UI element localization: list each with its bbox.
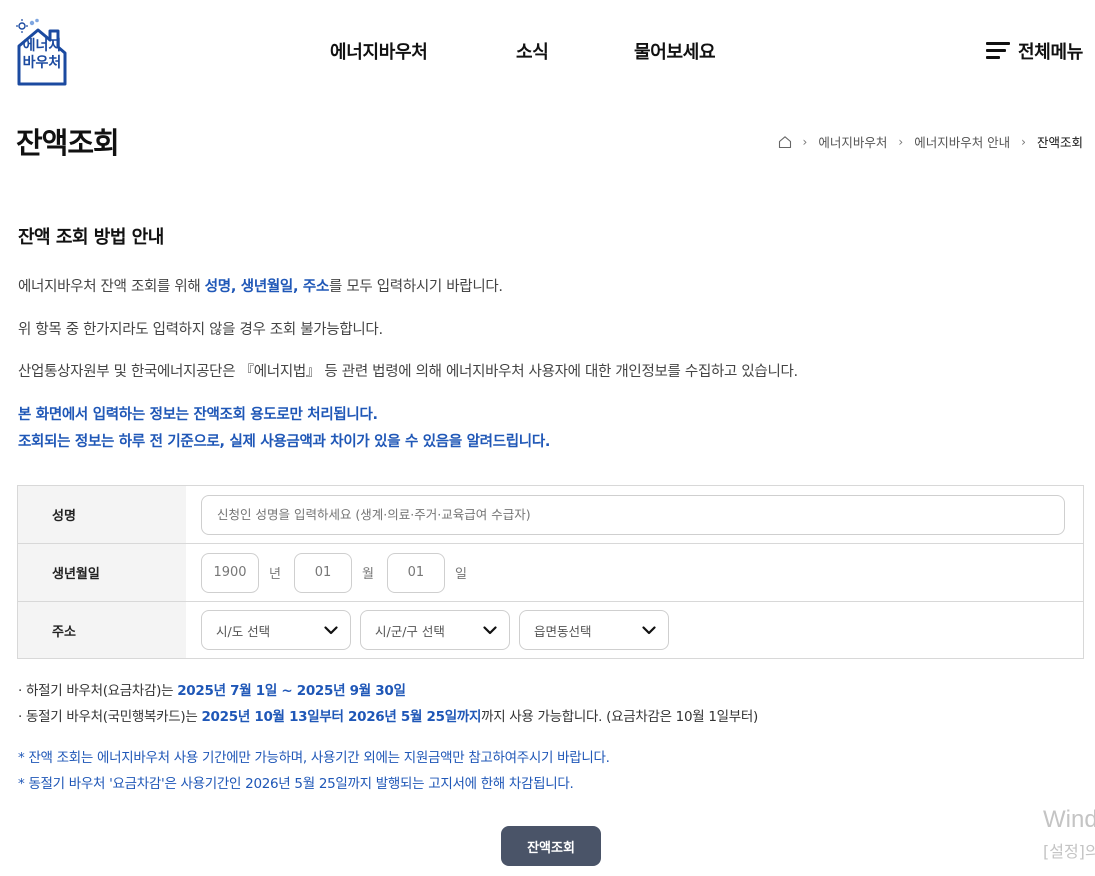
site-header: 에너지 바우처 에너지바우처 소식 물어보세요 전체메뉴 — [0, 0, 1095, 100]
note-line-2: * 동절기 바우처 '요금차감'은 사용기간인 2026년 5월 25일까지 발… — [18, 776, 574, 792]
summer-pre: · 하절기 바우처(요금차감)는 — [18, 683, 178, 699]
chevron-down-icon — [483, 625, 497, 634]
breadcrumb-item-energy-voucher[interactable]: 에너지바우처 — [818, 132, 887, 151]
page-title: 잔액조회 — [16, 126, 120, 160]
windows-activation-watermark: Wind — [1043, 806, 1095, 833]
balance-form: 성명 생년월일 년 월 일 주소 시/도 선택 시/군/구 선택 — [17, 485, 1084, 659]
guide-line-2: 위 항목 중 한가지라도 입력하지 않을 경우 조회 불가능합니다. — [18, 322, 383, 338]
birth-label: 생년월일 — [18, 544, 186, 601]
note-line-1: * 잔액 조회는 에너지바우처 사용 기간에만 가능하며, 사용기간 외에는 지… — [18, 750, 610, 766]
nav-faq[interactable]: 물어보세요 — [634, 38, 716, 64]
form-row-address: 주소 시/도 선택 시/군/구 선택 읍면동선택 — [18, 602, 1083, 658]
summer-period: 2025년 7월 1일 ~ 2025년 9월 30일 — [177, 683, 406, 699]
chevron-right-icon: › — [802, 134, 808, 149]
breadcrumb-item-voucher-guide[interactable]: 에너지바우처 안내 — [914, 132, 1010, 151]
eupmyeondong-select[interactable]: 읍면동선택 — [519, 610, 669, 650]
sigungu-select-value: 시/군/구 선택 — [375, 623, 445, 639]
eupmyeondong-select-value: 읍면동선택 — [534, 623, 592, 639]
address-label: 주소 — [18, 602, 186, 658]
guide-line-1-pre: 에너지바우처 잔액 조회를 위해 — [18, 279, 205, 295]
breadcrumb: › 에너지바우처 › 에너지바우처 안내 › 잔액조회 — [778, 132, 1083, 151]
hamburger-icon — [985, 42, 1010, 60]
guide-line-1: 에너지바우처 잔액 조회를 위해 성명, 생년월일, 주소를 모두 입력하시기 … — [18, 275, 503, 296]
energy-voucher-logo[interactable]: 에너지 바우처 — [16, 18, 68, 86]
breadcrumb-item-current: 잔액조회 — [1036, 135, 1083, 150]
logo-text: 에너지 바우처 — [16, 38, 68, 72]
guide-line-3: 산업통상자원부 및 한국에너지공단은 『에너지법』 등 관련 법령에 의해 에너… — [18, 364, 798, 380]
notice-line-2: 조회되는 정보는 하루 전 기준으로, 실제 사용금액과 차이가 있을 수 있음… — [18, 434, 551, 450]
chevron-right-icon: › — [1021, 134, 1026, 149]
birth-month-input[interactable] — [293, 552, 352, 593]
sido-select-value: 시/도 선택 — [216, 623, 271, 639]
winter-period: 2025년 10월 13일부터 2026년 5월 25일까지 — [201, 709, 482, 725]
home-icon[interactable] — [778, 135, 792, 149]
year-unit: 년 — [269, 567, 281, 582]
birth-year-input[interactable] — [201, 552, 259, 593]
name-input[interactable] — [201, 494, 1065, 535]
month-unit: 월 — [361, 567, 374, 582]
guide-required-fields: 성명, 생년월일, 주소 — [204, 279, 330, 295]
guide-line-1-post: 를 모두 입력하시기 바랍니다. — [329, 279, 503, 295]
sido-select[interactable]: 시/도 선택 — [201, 610, 351, 650]
winter-period-info: · 동절기 바우처(국민행복카드)는 2025년 10월 13일부터 2026년… — [18, 705, 758, 725]
nav-news[interactable]: 소식 — [516, 38, 549, 64]
logo-text-line1: 에너지 — [22, 38, 62, 54]
windows-activation-watermark-sub: [설정]의 — [1043, 842, 1095, 861]
birth-day-input[interactable] — [386, 552, 445, 593]
notice-line-1: 본 화면에서 입력하는 정보는 잔액조회 용도로만 처리됩니다. — [18, 407, 378, 423]
form-row-name: 성명 — [18, 486, 1083, 544]
chevron-down-icon — [642, 625, 656, 634]
logo-text-line2: 바우처 — [22, 55, 62, 71]
name-label: 성명 — [18, 486, 186, 543]
winter-post: 까지 사용 가능합니다. (요금차감은 10월 1일부터) — [481, 709, 758, 725]
winter-pre: · 동절기 바우처(국민행복카드)는 — [18, 709, 202, 725]
balance-inquiry-button[interactable]: 잔액조회 — [501, 826, 601, 866]
summer-period-info: · 하절기 바우처(요금차감)는 2025년 7월 1일 ~ 2025년 9월 … — [18, 679, 406, 699]
chevron-right-icon: › — [898, 134, 904, 149]
all-menu-button[interactable]: 전체메뉴 — [985, 38, 1083, 64]
nav-energy-voucher[interactable]: 에너지바우처 — [330, 38, 428, 64]
form-row-birth: 생년월일 년 월 일 — [18, 544, 1083, 602]
guide-title: 잔액 조회 방법 안내 — [18, 227, 164, 248]
all-menu-label: 전체메뉴 — [1017, 42, 1083, 63]
day-unit: 일 — [454, 567, 467, 582]
chevron-down-icon — [324, 625, 338, 634]
sigungu-select[interactable]: 시/군/구 선택 — [360, 610, 510, 650]
